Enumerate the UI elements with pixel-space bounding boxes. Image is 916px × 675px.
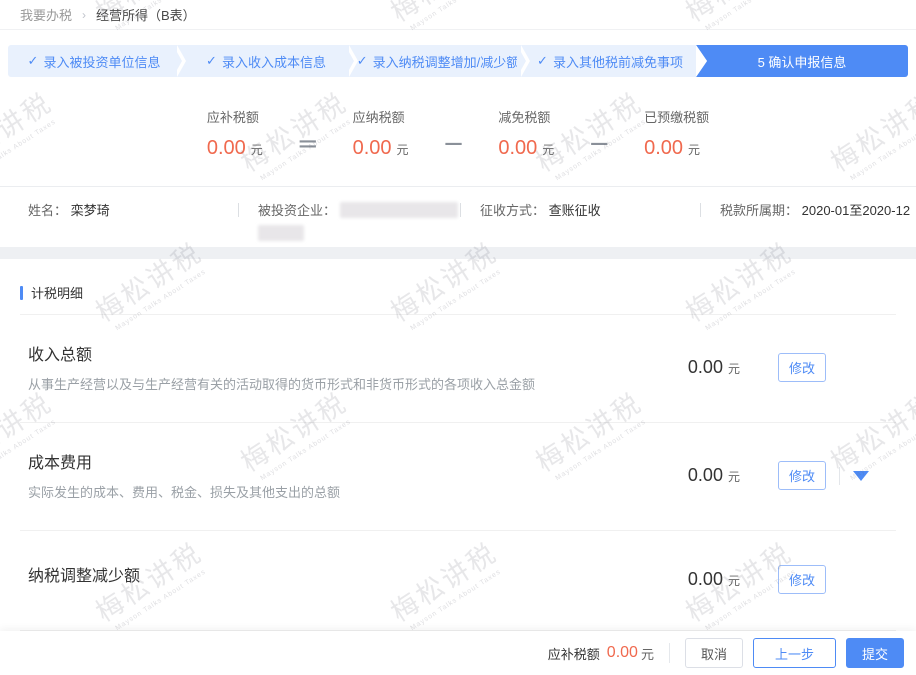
cancel-button[interactable]: 取消 bbox=[685, 638, 743, 668]
metric-tax-prepaid: 已预缴税额 0.00 元 bbox=[644, 107, 709, 160]
row-amount-unit: 元 bbox=[728, 468, 740, 485]
detail-row-tax-adjust-decrease: 纳税调整减少额 0.00 元 修改 bbox=[20, 531, 896, 631]
row-amount: 0.00 bbox=[688, 569, 723, 590]
metric-unit: 元 bbox=[251, 141, 263, 158]
info-name: 姓名： 栾梦琦 bbox=[0, 200, 238, 241]
footer-tax-due-label: 应补税额 bbox=[548, 644, 600, 663]
metric-value: 0.00 bbox=[644, 137, 683, 160]
metric-label: 应补税额 bbox=[207, 107, 263, 126]
footer-tax-due-unit: 元 bbox=[641, 644, 654, 663]
minus-operator: − bbox=[588, 131, 610, 160]
step-label: 录入被投资单位信息 bbox=[43, 52, 160, 71]
top-section: ✓ 录入被投资单位信息 ✓ 录入收入成本信息 ✓ 录入纳税调整增加/减少额 ✓ … bbox=[0, 30, 916, 247]
edit-button[interactable]: 修改 bbox=[778, 461, 826, 490]
vertical-divider bbox=[839, 467, 840, 485]
previous-step-button[interactable]: 上一步 bbox=[753, 638, 836, 668]
step-2-income-cost[interactable]: ✓ 录入收入成本信息 bbox=[180, 45, 352, 77]
metric-tax-reduced: 减免税额 0.00 元 bbox=[498, 107, 554, 160]
check-icon: ✓ bbox=[357, 53, 368, 69]
row-title: 成本费用 bbox=[28, 449, 340, 473]
info-label: 税款所属期： bbox=[720, 203, 798, 218]
row-amount-unit: 元 bbox=[728, 572, 740, 589]
info-value: 2020-01至2020-12 bbox=[802, 203, 910, 218]
row-amount: 0.00 bbox=[688, 465, 723, 486]
edit-button[interactable]: 修改 bbox=[778, 353, 826, 382]
metric-value: 0.00 bbox=[207, 137, 246, 160]
expand-caret-down-icon[interactable] bbox=[853, 471, 869, 481]
detail-row-total-income: 收入总额 从事生产经营以及与生产经营有关的活动取得的货币形式和非货币形式的各项收… bbox=[20, 315, 896, 423]
metric-value: 0.00 bbox=[353, 137, 392, 160]
info-value: 查账征收 bbox=[549, 203, 601, 218]
metric-unit: 元 bbox=[688, 141, 700, 158]
metric-unit: 元 bbox=[397, 141, 409, 158]
check-icon: ✓ bbox=[206, 53, 217, 69]
breadcrumb-current: 经营所得（B表） bbox=[96, 5, 196, 24]
info-label: 征收方式： bbox=[480, 203, 545, 218]
metric-tax-due: 应补税额 0.00 元 bbox=[207, 107, 263, 160]
taxpayer-info-bar: 姓名： 栾梦琦 被投资企业： 征收方式： 查账征收 税款所属期： 2020-01… bbox=[0, 186, 916, 247]
info-label: 被投资企业： bbox=[258, 203, 336, 218]
metric-label: 减免税额 bbox=[498, 107, 554, 126]
section-title: 计税明细 bbox=[31, 283, 83, 302]
info-collection-method: 征收方式： 查账征收 bbox=[460, 200, 700, 241]
step-label: 录入收入成本信息 bbox=[222, 52, 326, 71]
step-label: 录入其他税前减免事项 bbox=[553, 52, 683, 71]
row-title: 收入总额 bbox=[28, 341, 535, 365]
section-header: 计税明细 bbox=[20, 259, 896, 315]
row-description: 实际发生的成本、费用、税金、损失及其他支出的总额 bbox=[28, 484, 340, 502]
row-amount: 0.00 bbox=[688, 357, 723, 378]
row-description: 从事生产经营以及与生产经营有关的活动取得的货币形式和非货币形式的各项收入总金额 bbox=[28, 376, 535, 394]
step-1-invested-unit[interactable]: ✓ 录入被投资单位信息 bbox=[8, 45, 180, 77]
tax-detail-card: 计税明细 收入总额 从事生产经营以及与生产经营有关的活动取得的货币形式和非货币形… bbox=[0, 259, 916, 645]
breadcrumb: 我要办税 › 经营所得（B表） bbox=[0, 0, 916, 30]
submit-button[interactable]: 提交 bbox=[846, 638, 904, 668]
step-4-pre-tax-relief[interactable]: ✓ 录入其他税前减免事项 bbox=[524, 45, 696, 77]
metric-tax-payable: 应纳税额 0.00 元 bbox=[353, 107, 409, 160]
equals-operator: = bbox=[297, 131, 319, 160]
metric-label: 应纳税额 bbox=[353, 107, 409, 126]
bottom-action-bar: 应补税额 0.00 元 取消 上一步 提交 bbox=[0, 631, 916, 675]
edit-button[interactable]: 修改 bbox=[778, 565, 826, 594]
metric-label: 已预缴税额 bbox=[644, 107, 709, 126]
info-value: 栾梦琦 bbox=[71, 203, 110, 218]
metric-value: 0.00 bbox=[498, 137, 537, 160]
redacted-company-name bbox=[340, 202, 458, 218]
step-3-tax-adjust[interactable]: ✓ 录入纳税调整增加/减少额 bbox=[352, 45, 524, 77]
metric-unit: 元 bbox=[542, 141, 554, 158]
check-icon: ✓ bbox=[537, 53, 548, 69]
minus-operator: − bbox=[443, 131, 465, 160]
info-invested-enterprise: 被投资企业： bbox=[238, 200, 460, 241]
step-5-confirm-active[interactable]: 5 确认申报信息 bbox=[696, 45, 908, 77]
breadcrumb-root[interactable]: 我要办税 bbox=[20, 5, 72, 24]
section-accent-bar bbox=[20, 286, 23, 300]
info-label: 姓名： bbox=[28, 203, 67, 218]
tax-summary-equation: 应补税额 0.00 元 = 应纳税额 0.00 元 − 减免税额 0.00 元 … bbox=[0, 77, 916, 186]
footer-tax-due-value: 0.00 bbox=[607, 644, 638, 662]
footer-divider bbox=[669, 643, 670, 663]
info-tax-period: 税款所属期： 2020-01至2020-12 bbox=[700, 200, 916, 241]
check-icon: ✓ bbox=[28, 53, 39, 69]
step-label: 5 确认申报信息 bbox=[758, 52, 847, 71]
redacted-company-name-line2 bbox=[258, 225, 304, 241]
step-nav: ✓ 录入被投资单位信息 ✓ 录入收入成本信息 ✓ 录入纳税调整增加/减少额 ✓ … bbox=[8, 45, 908, 77]
row-amount-unit: 元 bbox=[728, 360, 740, 377]
breadcrumb-separator-icon: › bbox=[82, 8, 86, 22]
step-label: 录入纳税调整增加/减少额 bbox=[373, 52, 520, 71]
row-title: 纳税调整减少额 bbox=[28, 562, 140, 586]
row-extra-space bbox=[826, 467, 896, 485]
detail-row-cost-expense: 成本费用 实际发生的成本、费用、税金、损失及其他支出的总额 0.00 元 修改 bbox=[20, 423, 896, 531]
